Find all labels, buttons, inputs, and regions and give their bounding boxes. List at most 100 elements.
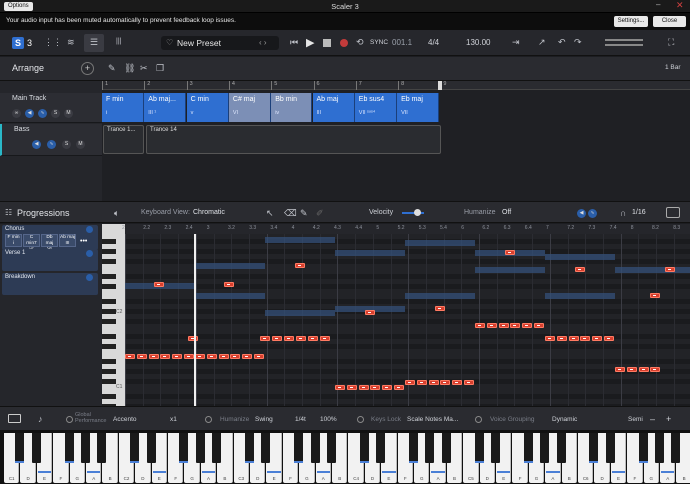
arrange-ruler[interactable]: 123456789 — [102, 81, 690, 90]
midi-note[interactable] — [382, 385, 392, 390]
black-key[interactable] — [376, 433, 386, 463]
swing-label[interactable]: Swing — [255, 416, 273, 423]
black-key[interactable] — [102, 309, 116, 314]
time-signature[interactable]: 4/4 — [428, 38, 439, 47]
black-key[interactable] — [655, 433, 664, 463]
magnet-icon[interactable]: ∩ — [620, 208, 626, 218]
midi-note[interactable] — [295, 263, 305, 268]
multiplier-select[interactable]: x1 — [170, 416, 177, 423]
loop-end-marker[interactable] — [438, 81, 442, 90]
bars-icon[interactable]: ||| — [116, 38, 121, 45]
main-track-header[interactable]: Main Track ∞ ◀ ∿ S M — [0, 93, 102, 123]
midi-note[interactable] — [405, 380, 415, 385]
keyboard-icon[interactable] — [8, 414, 21, 423]
black-key[interactable] — [294, 433, 304, 463]
scissors-icon[interactable]: ✂ — [140, 63, 148, 74]
preset-arrows-icon[interactable]: ‹ › — [259, 38, 267, 47]
mute-icon[interactable]: ◀ — [577, 209, 586, 218]
midi-note[interactable] — [160, 354, 170, 359]
section-chorus[interactable]: Chorus F mini C min7v⁷ Db majVI Ab majII… — [2, 225, 98, 252]
chord-block[interactable]: F min i — [102, 93, 144, 122]
section-chord[interactable]: F min i — [5, 234, 22, 247]
accento-select[interactable]: Accento — [113, 416, 137, 423]
black-key[interactable] — [245, 433, 254, 463]
midi-note[interactable] — [195, 354, 205, 359]
semi-plus-button[interactable]: + — [666, 414, 671, 424]
close-warning-button[interactable]: Close — [653, 16, 686, 27]
black-key[interactable] — [81, 433, 90, 463]
black-key[interactable] — [102, 239, 116, 244]
bass-clip[interactable]: Trance 14 — [146, 125, 441, 154]
undo-icon[interactable]: ↶ — [558, 37, 566, 48]
black-key[interactable] — [409, 433, 418, 463]
loop-icon[interactable]: ⟲ — [356, 37, 364, 48]
black-key[interactable] — [605, 433, 615, 463]
black-key[interactable] — [425, 433, 435, 463]
midi-note[interactable] — [650, 367, 660, 372]
midi-note[interactable] — [435, 306, 445, 311]
mute-icon[interactable] — [86, 226, 93, 233]
midi-note[interactable] — [219, 354, 229, 359]
pencil-icon[interactable]: ✎ — [108, 63, 116, 74]
midi-note[interactable] — [365, 310, 375, 315]
black-key[interactable] — [102, 299, 116, 304]
midi-note[interactable] — [254, 354, 264, 359]
mute-icon[interactable]: ◀ — [25, 109, 34, 118]
chord-block[interactable]: C# maj VI — [228, 93, 271, 122]
solo-button[interactable]: S — [62, 140, 71, 149]
midi-note[interactable] — [475, 323, 485, 328]
midi-note[interactable] — [149, 354, 159, 359]
keyboard-view-value[interactable]: Chromatic — [193, 209, 225, 216]
sync-button[interactable]: SYNC — [370, 39, 388, 46]
midi-note[interactable] — [394, 385, 404, 390]
black-key[interactable] — [556, 433, 566, 463]
black-key[interactable] — [102, 394, 116, 399]
black-key[interactable] — [31, 433, 41, 463]
black-key[interactable] — [540, 433, 550, 463]
black-key[interactable] — [195, 433, 205, 463]
bass-track-header[interactable]: Bass ◀ ∿ S M — [0, 124, 102, 156]
stop-icon[interactable] — [323, 39, 331, 47]
minimize-icon[interactable]: – — [656, 0, 660, 9]
midi-note[interactable] — [272, 336, 282, 341]
black-key[interactable] — [102, 249, 116, 254]
midi-note[interactable] — [452, 380, 462, 385]
bar-length[interactable]: 1 Bar — [665, 64, 681, 71]
brush-icon[interactable]: ✐ — [316, 208, 324, 219]
copy-icon[interactable]: ❐ — [156, 63, 164, 74]
chord-block[interactable]: C min v — [186, 93, 229, 122]
mute-button[interactable]: M — [64, 109, 73, 118]
midi-note[interactable] — [184, 354, 194, 359]
close-window-icon[interactable]: ✕ — [676, 0, 684, 11]
link-icon[interactable]: ∞ — [12, 109, 21, 118]
black-key[interactable] — [102, 369, 116, 374]
black-key[interactable] — [589, 433, 599, 463]
black-key[interactable] — [102, 274, 116, 279]
black-key[interactable] — [102, 379, 116, 384]
black-key[interactable] — [102, 334, 116, 339]
mute-icon[interactable] — [86, 250, 93, 257]
redo-icon[interactable]: ↷ — [574, 37, 582, 48]
more-icon[interactable]: ••• — [80, 238, 87, 245]
chord-block[interactable]: Bb min iv — [271, 93, 313, 122]
link-icon[interactable]: ⛓ — [124, 63, 135, 74]
chord-block[interactable]: Ab maj III — [312, 93, 355, 122]
black-key[interactable] — [638, 433, 648, 463]
section-chord[interactable]: Db majVI — [41, 234, 58, 252]
midi-note[interactable] — [137, 354, 147, 359]
midi-note[interactable] — [429, 380, 439, 385]
menu-button[interactable]: ☰ — [84, 34, 104, 52]
mute-icon[interactable] — [86, 274, 93, 281]
preset-selector[interactable]: ♡ New Preset ‹ › — [161, 36, 279, 50]
black-key[interactable] — [64, 433, 74, 463]
playhead[interactable] — [194, 234, 196, 406]
midi-note[interactable] — [505, 250, 515, 255]
midi-note[interactable] — [557, 336, 567, 341]
midi-note[interactable] — [592, 336, 602, 341]
voice-grouping-toggle[interactable] — [475, 416, 482, 423]
black-key[interactable] — [491, 433, 500, 463]
settings-button[interactable]: Settings... — [614, 16, 648, 27]
black-key[interactable] — [102, 319, 116, 324]
rate-select[interactable]: 1/4t — [295, 416, 306, 423]
black-key[interactable] — [523, 433, 533, 463]
